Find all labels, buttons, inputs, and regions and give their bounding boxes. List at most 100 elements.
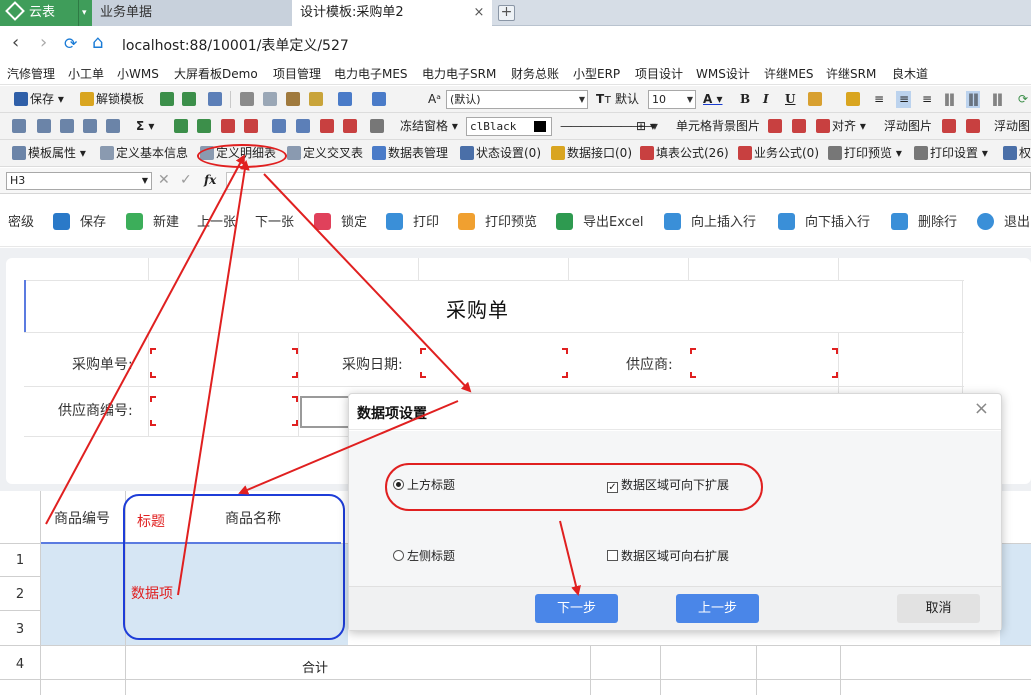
font-name-select[interactable]: (默认) ▼ (446, 90, 588, 109)
bookmark-item[interactable]: 电力电子MES (334, 65, 408, 82)
split-icon[interactable] (296, 119, 310, 133)
color-select[interactable]: clBlack (466, 117, 552, 136)
fill-formula-button[interactable]: 填表公式(26) (640, 145, 729, 162)
copy-sheet-icon[interactable] (160, 92, 174, 106)
tab-design-template[interactable]: 设计模板:采购单2 (292, 0, 492, 26)
cell-bg-image-button[interactable]: 单元格背景图片 (676, 118, 760, 135)
barcode2-icon[interactable]: ‖‖ (966, 91, 980, 108)
data-table-mgmt-button[interactable]: 数据表管理 (372, 145, 448, 162)
float-add-icon[interactable] (942, 119, 956, 133)
export-excel-button[interactable]: 导出Excel (556, 211, 643, 230)
supplier-field[interactable] (690, 348, 838, 378)
insert-col-icon[interactable] (174, 119, 188, 133)
forward-icon[interactable]: › (40, 32, 47, 53)
bookmark-item[interactable]: 电力电子SRM (422, 65, 496, 82)
import-icon[interactable] (208, 92, 222, 106)
border-icon[interactable]: ⊞ ▾ (636, 118, 656, 135)
copy-icon[interactable] (263, 92, 277, 106)
redo-icon[interactable] (372, 92, 386, 106)
delete-col-icon[interactable] (221, 119, 235, 133)
font-color-icon[interactable]: A ▾ (703, 91, 723, 108)
define-cross-table-button[interactable]: 定义交叉表 (287, 145, 363, 162)
align-left-icon[interactable]: ≡ (874, 91, 884, 108)
selected-cell[interactable] (300, 396, 350, 428)
biz-formula-button[interactable]: 业务公式(0) (738, 145, 819, 162)
bookmark-item[interactable]: 大屏看板Demo (174, 65, 258, 82)
clear2-icon[interactable] (343, 119, 357, 133)
app-logo-tab[interactable]: 云表 (0, 0, 78, 26)
barcode3-icon[interactable]: ‖‖ (992, 91, 1003, 108)
bookmark-item[interactable]: 财务总账 (511, 65, 559, 82)
align-right-icon[interactable]: ≡ (922, 91, 932, 108)
print-preview-button[interactable]: 打印预览 ▾ (828, 145, 902, 162)
float-image-button-2[interactable]: 浮动图 (994, 118, 1030, 135)
font-style-label[interactable]: Tᴛ 默认 (596, 91, 639, 108)
bookmark-item[interactable]: 汽修管理 (7, 65, 55, 82)
cancel-icon[interactable]: ✕ (158, 172, 170, 189)
italic-button[interactable]: I (763, 91, 769, 108)
insert-row-icon[interactable] (197, 119, 211, 133)
refresh-icon[interactable]: ⟳ (64, 34, 77, 53)
clear-icon[interactable] (320, 119, 334, 133)
tab-close-icon[interactable]: × (472, 0, 486, 26)
bookmark-item[interactable]: 小WMS (117, 65, 159, 82)
detail-data-cells[interactable] (41, 544, 125, 645)
align-center-icon[interactable]: ≡ (896, 91, 912, 108)
exit-button[interactable]: 退出 (977, 211, 1030, 230)
function-icon[interactable]: fx (204, 172, 216, 189)
delete-row-button[interactable]: 删除行 (891, 211, 957, 230)
save-template-button[interactable]: 保存 ▾ (14, 91, 64, 108)
new-tab-button[interactable]: + (498, 5, 515, 21)
lock-cell-icon[interactable] (846, 92, 860, 106)
bg-remove-icon[interactable] (792, 119, 806, 133)
float-remove-icon[interactable] (966, 119, 980, 133)
bookmark-item[interactable]: 许继MES (764, 65, 814, 82)
insert-row-below-button[interactable]: 向下插入行 (778, 211, 870, 230)
percent-icon[interactable] (370, 119, 384, 133)
grid3-icon[interactable] (60, 119, 74, 133)
home-icon[interactable]: ⌂ (92, 32, 103, 53)
cut-icon[interactable] (240, 92, 254, 106)
paste-sheet-icon[interactable] (182, 92, 196, 106)
tab-business-documents[interactable]: 业务单据 (92, 0, 292, 26)
url-field[interactable]: localhost:88/10001/表单定义/527 (122, 35, 349, 55)
refresh-toolbar-icon[interactable]: ⟳ (1018, 91, 1028, 108)
state-settings-button[interactable]: 状态设置(0) (460, 145, 541, 162)
delete-row-icon[interactable] (244, 119, 258, 133)
new-button[interactable]: 新建 (126, 211, 179, 230)
detail-data-cells[interactable] (1000, 544, 1031, 645)
expand-right-checkbox[interactable]: 数据区域可向右扩展 (607, 547, 729, 564)
font-size-select[interactable]: 10 ▼ (648, 90, 696, 109)
save-button[interactable]: 保存 (53, 211, 106, 230)
fill-color-icon[interactable] (808, 92, 822, 106)
print-preview-action-button[interactable]: 打印预览 (458, 211, 537, 230)
underline-button[interactable]: U (785, 91, 795, 108)
bookmark-item[interactable]: 小工单 (68, 65, 104, 82)
app-menu-toggle[interactable]: ▾ (78, 0, 92, 26)
freeze-panes-button[interactable]: 冻结窗格 ▾ (400, 118, 458, 135)
po-number-field[interactable] (150, 348, 298, 378)
paste-icon[interactable] (286, 92, 300, 106)
insert-row-above-button[interactable]: 向上插入行 (664, 211, 756, 230)
unlock-template-button[interactable]: 解锁模板 (80, 91, 144, 108)
grid2-icon[interactable] (37, 119, 51, 133)
next-button[interactable]: 下一张 (255, 211, 294, 230)
previous-step-button[interactable]: 上一步 (676, 594, 759, 623)
back-icon[interactable]: ‹ (12, 32, 19, 53)
grid-icon[interactable] (12, 119, 26, 133)
data-interface-button[interactable]: 数据接口(0) (551, 145, 632, 162)
po-date-field[interactable] (420, 348, 568, 378)
float-image-button[interactable]: 浮动图片 (884, 118, 932, 135)
confirm-icon[interactable]: ✓ (180, 172, 192, 189)
format-painter-icon[interactable] (309, 92, 323, 106)
grid5-icon[interactable] (106, 119, 120, 133)
define-basic-info-button[interactable]: 定义基本信息 (100, 145, 188, 162)
cancel-button[interactable]: 取消 (897, 594, 980, 623)
bookmark-item[interactable]: 项目设计 (635, 65, 683, 82)
align-button[interactable]: 对齐 ▾ (816, 118, 866, 135)
next-step-button[interactable]: 下一步 (535, 594, 618, 623)
merge-icon[interactable] (272, 119, 286, 133)
print-settings-button[interactable]: 打印设置 ▾ (914, 145, 988, 162)
bookmark-item[interactable]: 项目管理 (273, 65, 321, 82)
bookmark-item[interactable]: 良木道 (892, 65, 928, 82)
